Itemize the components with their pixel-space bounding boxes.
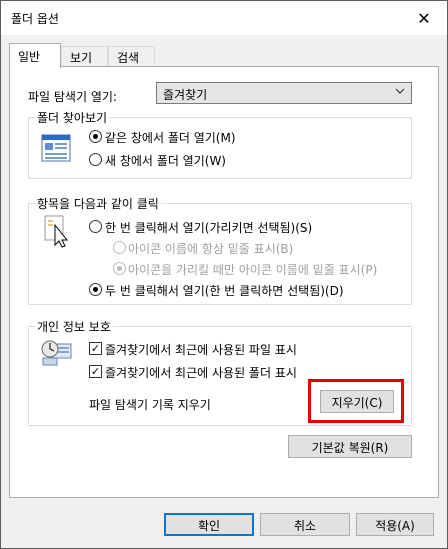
window-title: 폴더 옵션 bbox=[11, 12, 59, 26]
restore-defaults-button[interactable]: 기본값 복원(R) bbox=[288, 435, 412, 458]
clear-history-label: 파일 탐색기 기록 지우기 bbox=[89, 398, 211, 412]
open-explorer-label: 파일 탐색기 열기: bbox=[28, 90, 117, 104]
double-click-radio[interactable] bbox=[89, 283, 102, 296]
privacy-icon bbox=[41, 338, 73, 369]
tab-view[interactable]: 보기 bbox=[61, 46, 108, 67]
underline-always-radio bbox=[113, 241, 126, 254]
privacy-legend: 개인 정보 보호 bbox=[35, 318, 113, 335]
recent-files-checkbox[interactable]: ✓ bbox=[89, 342, 102, 355]
browse-folders-legend: 폴더 찾아보기 bbox=[35, 109, 110, 126]
click-items-legend: 항목을 다음과 같이 클릭 bbox=[35, 195, 161, 212]
underline-point-label: 아이콘을 가리킬 때만 아이콘 이름에 밑줄 표시(P) bbox=[128, 263, 378, 277]
same-window-label[interactable]: 같은 창에서 폴더 열기(M) bbox=[105, 129, 236, 146]
single-click-label[interactable]: 한 번 클릭해서 열기(가리키면 선택됨)(S) bbox=[105, 219, 312, 236]
new-window-label[interactable]: 새 창에서 폴더 열기(W) bbox=[105, 152, 226, 169]
chevron-down-icon bbox=[394, 85, 406, 100]
title-bar[interactable]: 폴더 옵션 ✕ bbox=[1, 1, 447, 35]
single-click-radio[interactable] bbox=[89, 220, 102, 233]
underline-always-label: 아이콘 이름에 항상 밑줄 표시(B) bbox=[128, 242, 294, 256]
cancel-button[interactable]: 취소 bbox=[260, 513, 350, 536]
same-window-radio[interactable] bbox=[89, 130, 102, 143]
folder-window-icon bbox=[41, 134, 71, 165]
browse-folders-group bbox=[28, 117, 412, 179]
recent-files-label[interactable]: 즐겨찾기에서 최근에 사용된 파일 표시 bbox=[105, 341, 297, 358]
folder-options-dialog: 폴더 옵션 ✕ 일반 보기 검색 파일 탐색기 열기: 즐겨찾기 폴더 찾아보기… bbox=[0, 0, 448, 549]
open-explorer-select[interactable]: 즐겨찾기 bbox=[156, 82, 412, 104]
double-click-label[interactable]: 두 번 클릭해서 열기(한 번 클릭하면 선택됨)(D) bbox=[105, 282, 344, 299]
cursor-click-icon bbox=[43, 215, 71, 252]
new-window-radio[interactable] bbox=[89, 153, 102, 166]
tab-general[interactable]: 일반 bbox=[9, 43, 61, 68]
open-explorer-value: 즐겨찾기 bbox=[163, 88, 208, 102]
highlight-box bbox=[308, 379, 404, 423]
close-icon[interactable]: ✕ bbox=[401, 1, 447, 35]
recent-folders-label[interactable]: 즐겨찾기에서 최근에 사용된 폴더 표시 bbox=[105, 364, 297, 381]
tab-search[interactable]: 검색 bbox=[108, 46, 155, 67]
recent-folders-checkbox[interactable]: ✓ bbox=[89, 365, 102, 378]
apply-button[interactable]: 적용(A) bbox=[356, 513, 434, 536]
underline-point-radio bbox=[113, 262, 126, 275]
ok-button[interactable]: 확인 bbox=[164, 513, 254, 536]
